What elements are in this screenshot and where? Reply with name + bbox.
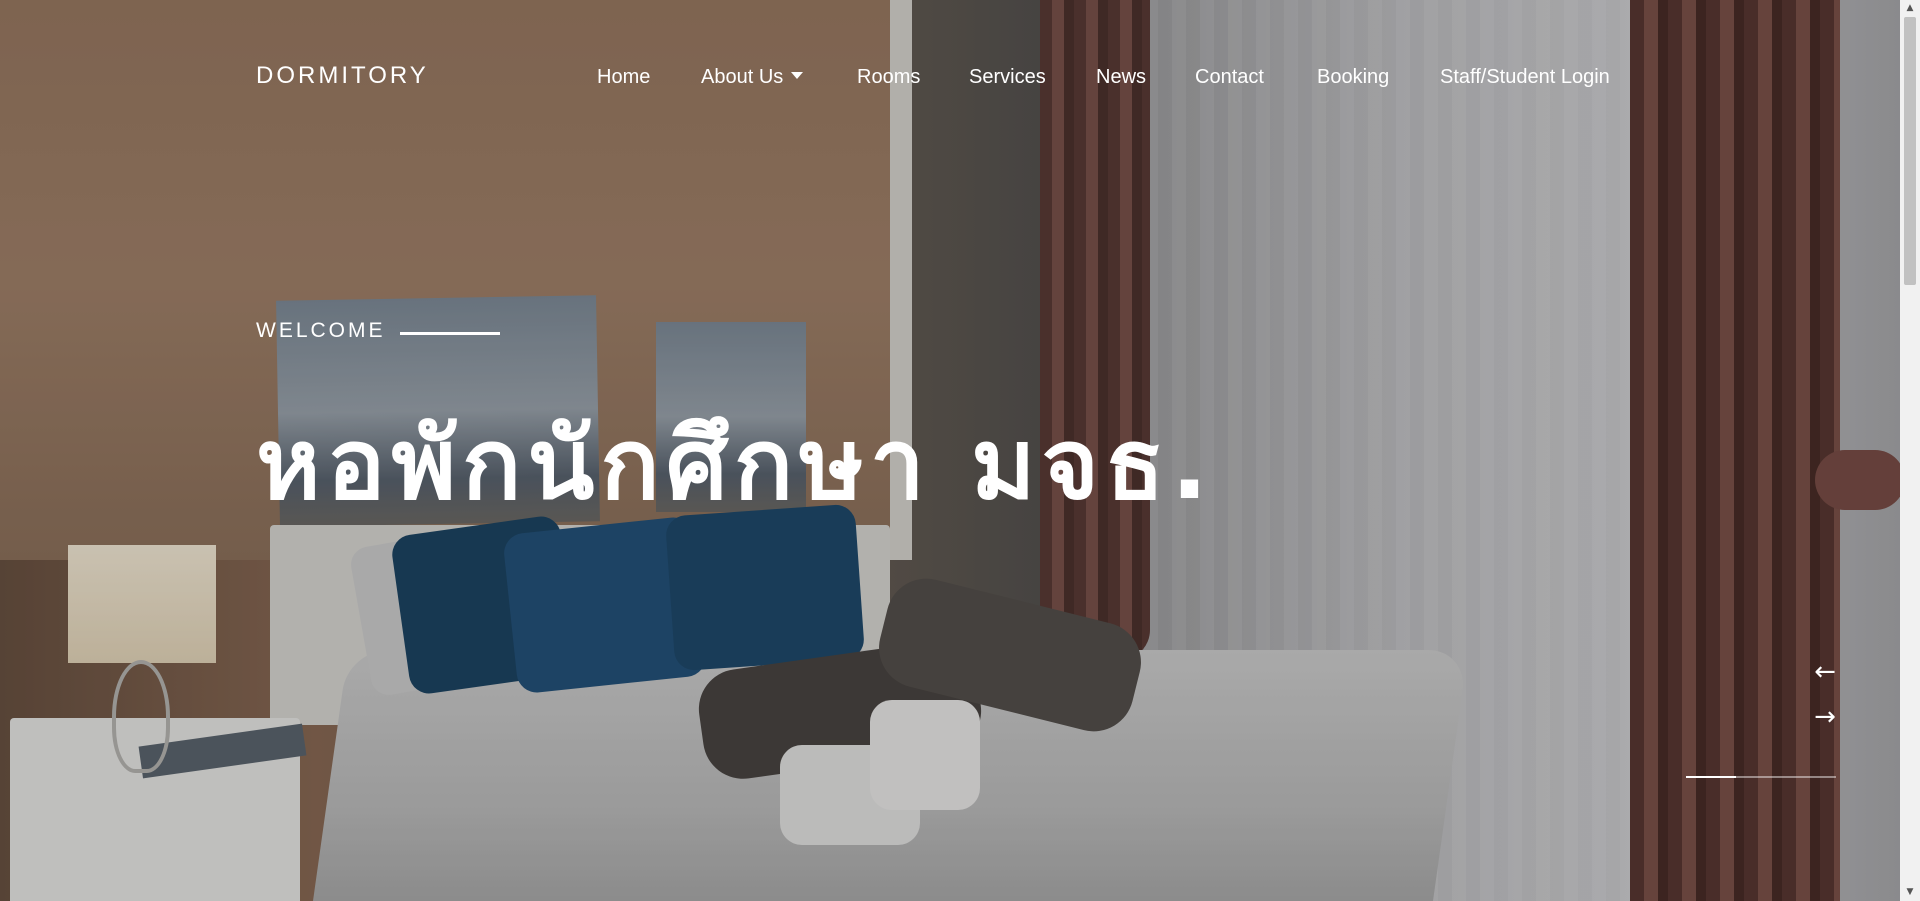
nav-booking[interactable]: Booking: [1317, 66, 1389, 89]
nav-rooms[interactable]: Rooms: [857, 66, 920, 89]
nav-news[interactable]: News: [1096, 66, 1146, 89]
hero-title: หอพักนักศึกษา มจธ.: [256, 408, 1215, 522]
scroll-down-arrow-icon[interactable]: ▼: [1900, 884, 1920, 901]
brand-logo[interactable]: DORMITORY: [256, 62, 429, 90]
nav-contact[interactable]: Contact: [1195, 66, 1264, 89]
prev-slide-arrow-icon[interactable]: ←: [1810, 657, 1840, 687]
nav-services[interactable]: Services: [969, 66, 1046, 89]
page-scrollbar[interactable]: ▲ ▼: [1900, 0, 1920, 901]
top-navigation: DORMITORY Home About Us Rooms Services N…: [0, 0, 1900, 155]
scroll-up-arrow-icon[interactable]: ▲: [1900, 0, 1920, 17]
nav-about-us[interactable]: About Us: [701, 66, 804, 89]
next-slide-arrow-icon[interactable]: →: [1810, 702, 1840, 732]
scrollbar-thumb[interactable]: [1904, 17, 1916, 285]
nav-home[interactable]: Home: [597, 66, 650, 89]
slide-progress: [1686, 776, 1836, 778]
caret-down-icon: [791, 72, 804, 80]
nav-staff-student-login[interactable]: Staff/Student Login: [1440, 66, 1610, 89]
eyebrow-line: [400, 332, 500, 335]
slide-progress-fill: [1686, 776, 1736, 778]
hero-eyebrow: WELCOME: [256, 319, 386, 342]
nav-about-us-label: About Us: [701, 66, 784, 88]
